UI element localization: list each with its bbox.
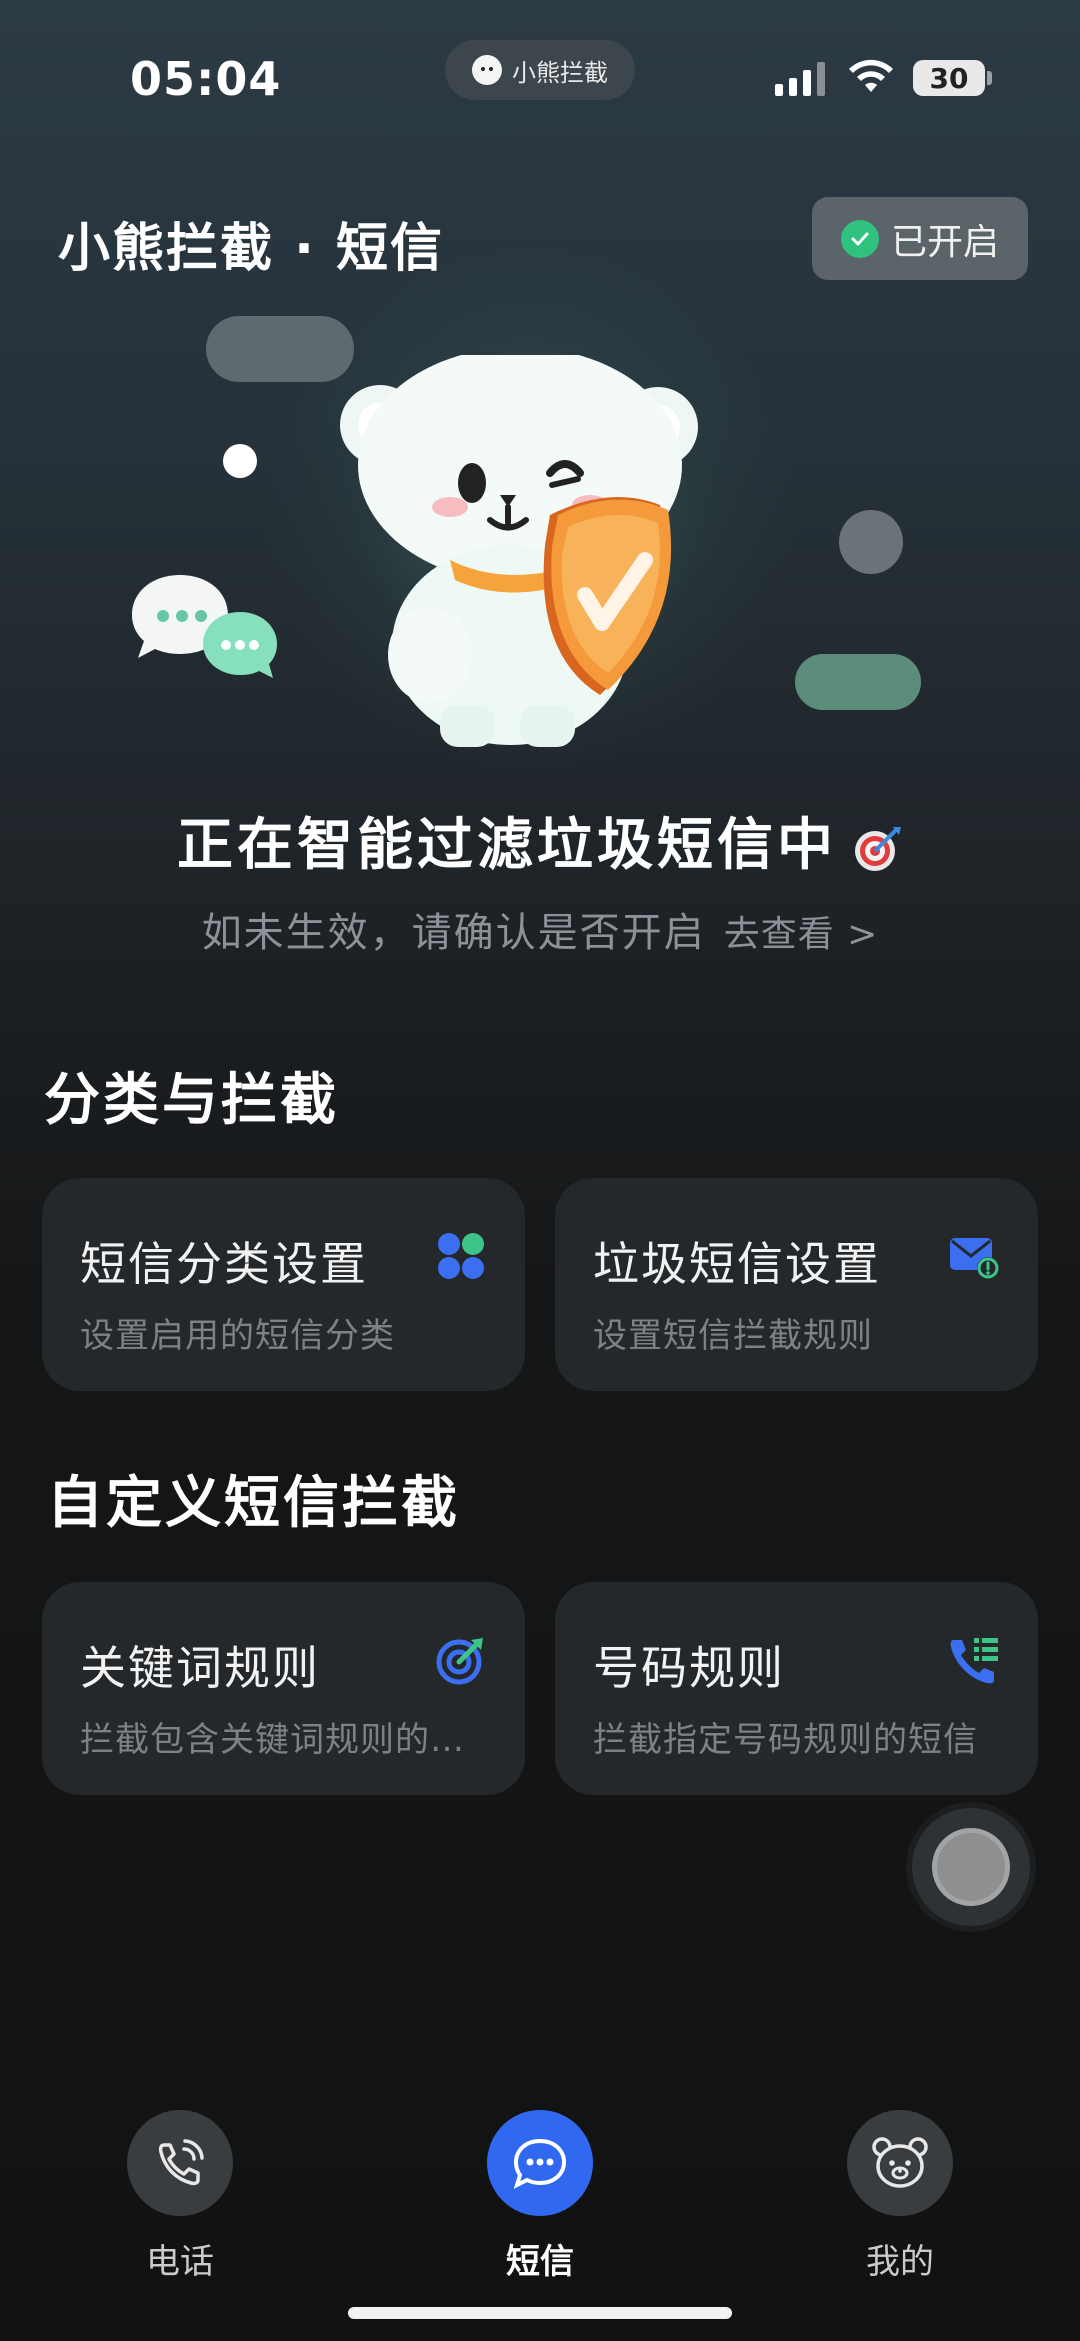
nav-item-mine[interactable]: 我的 [830, 2110, 970, 2283]
card-title: 关键词规则 [80, 1641, 320, 1695]
card-desc: 拦截包含关键词规则的短信 [80, 1720, 490, 1760]
nav-item-phone[interactable]: 电话 [110, 2110, 250, 2283]
assistive-touch-inner [932, 1828, 1010, 1906]
hero-subtitle-text: 如未生效，请确认是否开启 [201, 910, 706, 956]
status-time: 05:04 [130, 52, 282, 106]
decor-pill [206, 316, 354, 382]
dart-target-icon [855, 826, 901, 871]
card-title: 号码规则 [593, 1641, 785, 1695]
dynamic-island-pill[interactable]: 小熊拦截 [445, 40, 635, 100]
check-link[interactable]: 去查看 > [724, 914, 879, 955]
nav-icon-wrap [487, 2110, 593, 2216]
spam-sms-settings-card[interactable]: 垃圾短信设置 设置短信拦截规则 [555, 1178, 1038, 1391]
card-title: 垃圾短信设置 [593, 1237, 881, 1291]
decor-dot [223, 444, 257, 478]
nav-icon-wrap [847, 2110, 953, 2216]
status-badge-label: 已开启 [890, 221, 999, 263]
home-indicator[interactable] [348, 2307, 732, 2319]
hero-subtitle: 如未生效，请确认是否开启 去查看 > [0, 900, 1080, 958]
grid-clover-icon [438, 1233, 484, 1279]
sms-category-settings-card[interactable]: 短信分类设置 设置启用的短信分类 [42, 1178, 525, 1391]
nav-label: 我的 [866, 2242, 934, 2282]
nav-item-sms[interactable]: 短信 [470, 2110, 610, 2283]
status-badge[interactable]: 已开启 [812, 197, 1028, 280]
bear-app-icon [472, 55, 502, 85]
assistive-touch-button[interactable] [912, 1808, 1030, 1926]
page-title: 小熊拦截 · 短信 [58, 219, 444, 279]
number-rule-card[interactable]: 号码规则 拦截指定号码规则的短信 [555, 1582, 1038, 1795]
target-arrow-icon [436, 1638, 483, 1685]
pill-label: 小熊拦截 [512, 58, 608, 87]
hero-title: 正在智能过滤垃圾短信中 [0, 800, 1080, 881]
card-desc: 设置短信拦截规则 [593, 1316, 873, 1356]
battery-icon: 30 [913, 60, 985, 96]
bear-icon [872, 2137, 928, 2188]
wifi-icon [849, 59, 893, 92]
nav-label: 短信 [506, 2242, 574, 2282]
message-icon [513, 2138, 567, 2189]
bear-mascot-illustration [340, 355, 698, 747]
hero-title-text: 正在智能过滤垃圾短信中 [177, 813, 837, 878]
chat-bubbles-icon [132, 575, 277, 678]
phone-list-icon [950, 1638, 998, 1684]
section-title-custom: 自定义短信拦截 [47, 1471, 460, 1536]
battery-tip [987, 71, 992, 85]
mail-alert-icon [950, 1238, 999, 1279]
cellular-signal-icon [775, 62, 825, 96]
section-title-classify: 分类与拦截 [44, 1068, 339, 1133]
nav-label: 电话 [146, 2242, 214, 2282]
card-title: 短信分类设置 [80, 1237, 368, 1291]
keyword-rule-card[interactable]: 关键词规则 拦截包含关键词规则的短信 [42, 1582, 525, 1795]
nav-icon-wrap [127, 2110, 233, 2216]
decor-dot [839, 510, 903, 574]
card-desc: 设置启用的短信分类 [80, 1316, 395, 1356]
card-desc: 拦截指定号码规则的短信 [593, 1720, 978, 1760]
check-circle-icon [840, 219, 879, 258]
phone-icon [158, 2139, 204, 2186]
decor-pill [795, 654, 921, 710]
